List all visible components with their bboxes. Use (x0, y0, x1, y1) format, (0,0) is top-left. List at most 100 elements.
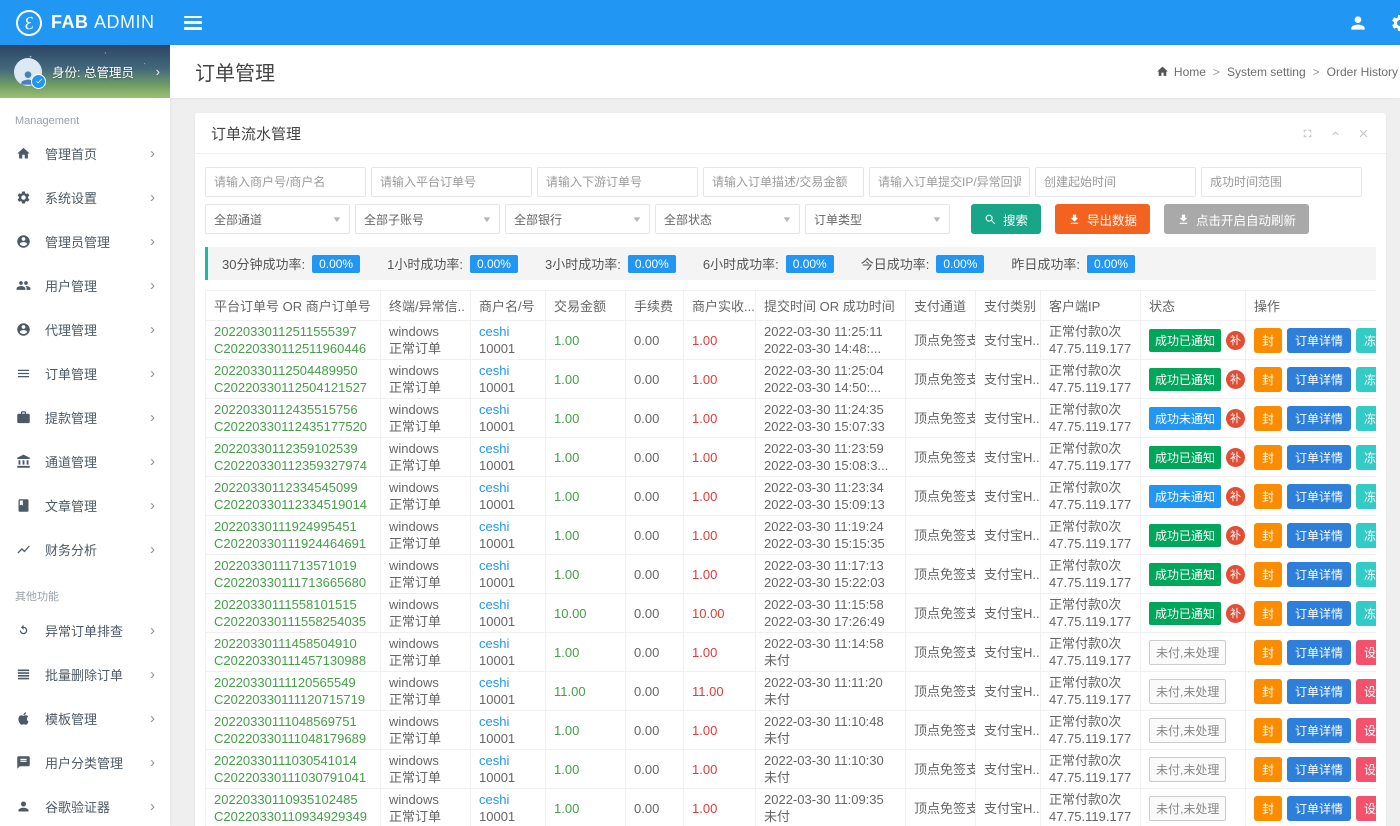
sidebar-item-user-category-management[interactable]: 用户分类管理› (0, 740, 170, 784)
patch-badge[interactable]: 补 (1226, 409, 1245, 428)
filter-select-0[interactable]: 全部通道▼ (205, 204, 350, 234)
sidebar-item-system-settings[interactable]: 系统设置› (0, 175, 170, 219)
sidebar-item-agent-management[interactable]: 代理管理› (0, 307, 170, 351)
filter-input-4[interactable] (869, 167, 1030, 197)
filter-input-3[interactable] (703, 167, 864, 197)
filter-input-0[interactable] (205, 167, 366, 197)
seal-button[interactable]: 封 (1254, 484, 1282, 509)
filter-select-1[interactable]: 全部子账号▼ (355, 204, 500, 234)
detail-button[interactable]: 订单详情 (1287, 601, 1351, 626)
seal-button[interactable]: 封 (1254, 406, 1282, 431)
sidebar-item-order-management[interactable]: 订单管理› (0, 351, 170, 395)
filter-input-1[interactable] (371, 167, 532, 197)
sidebar-item-finance-analysis[interactable]: 财务分析› (0, 527, 170, 571)
freeze-button[interactable]: 冻结订单 (1356, 484, 1376, 509)
detail-button[interactable]: 订单详情 (1287, 679, 1351, 704)
set_paid-button[interactable]: 设置为已支付 (1356, 757, 1376, 782)
patch-badge[interactable]: 补 (1226, 448, 1245, 467)
merchant-name-link[interactable]: ceshi (479, 674, 537, 691)
sidebar-item-article-management[interactable]: 文章管理› (0, 483, 170, 527)
seal-button[interactable]: 封 (1254, 718, 1282, 743)
brand[interactable]: Ɛ FAB ADMIN (0, 10, 170, 36)
filter-input-5[interactable] (1035, 167, 1196, 197)
merchant-name-link[interactable]: ceshi (479, 752, 537, 769)
detail-button[interactable]: 订单详情 (1287, 757, 1351, 782)
sidebar-item-withdraw-management[interactable]: 提款管理› (0, 395, 170, 439)
seal-button[interactable]: 封 (1254, 796, 1282, 821)
detail-button[interactable]: 订单详情 (1287, 523, 1351, 548)
seal-button[interactable]: 封 (1254, 757, 1282, 782)
merchant-name-link[interactable]: ceshi (479, 518, 537, 535)
user-menu-icon[interactable] (1347, 12, 1369, 34)
seal-button[interactable]: 封 (1254, 523, 1282, 548)
patch-badge[interactable]: 补 (1226, 331, 1245, 350)
settings-gear-icon[interactable] (1389, 12, 1400, 34)
filter-select-4[interactable]: 订单类型▼ (805, 204, 950, 234)
filter-select-2[interactable]: 全部银行▼ (505, 204, 650, 234)
merchant-name-link[interactable]: ceshi (479, 362, 537, 379)
freeze-button[interactable]: 冻结订单 (1356, 406, 1376, 431)
detail-button[interactable]: 订单详情 (1287, 445, 1351, 470)
sidebar-item-batch-delete-orders[interactable]: 批量删除订单› (0, 652, 170, 696)
merchant-name-link[interactable]: ceshi (479, 791, 537, 808)
collapse-icon[interactable] (1329, 127, 1342, 140)
seal-button[interactable]: 封 (1254, 328, 1282, 353)
merchant-name-link[interactable]: ceshi (479, 557, 537, 574)
detail-button[interactable]: 订单详情 (1287, 718, 1351, 743)
expand-icon[interactable] (1301, 127, 1314, 140)
sidebar-item-google-authenticator[interactable]: 谷歌验证器› (0, 784, 170, 826)
sidebar-item-user-management[interactable]: 用户管理› (0, 263, 170, 307)
detail-button[interactable]: 订单详情 (1287, 640, 1351, 665)
breadcrumb-system-setting[interactable]: System setting (1206, 65, 1306, 79)
auto-refresh-button[interactable]: 点击开启自动刷新 (1164, 204, 1309, 234)
detail-button[interactable]: 订单详情 (1287, 796, 1351, 821)
sidebar-item-admin-management[interactable]: 管理员管理› (0, 219, 170, 263)
patch-badge[interactable]: 补 (1226, 487, 1245, 506)
detail-button[interactable]: 订单详情 (1287, 328, 1351, 353)
breadcrumb-order-history[interactable]: Order History (1306, 65, 1398, 79)
patch-badge[interactable]: 补 (1226, 526, 1245, 545)
freeze-button[interactable]: 冻结订单 (1356, 562, 1376, 587)
seal-button[interactable]: 封 (1254, 679, 1282, 704)
filter-input-2[interactable] (537, 167, 698, 197)
set_paid-button[interactable]: 设置为已支付 (1356, 679, 1376, 704)
detail-button[interactable]: 订单详情 (1287, 406, 1351, 431)
freeze-button[interactable]: 冻结订单 (1356, 601, 1376, 626)
freeze-button[interactable]: 冻结订单 (1356, 523, 1376, 548)
set_paid-button[interactable]: 设置为已支付 (1356, 640, 1376, 665)
seal-button[interactable]: 封 (1254, 601, 1282, 626)
set_paid-button[interactable]: 设置为已支付 (1356, 718, 1376, 743)
detail-button[interactable]: 订单详情 (1287, 367, 1351, 392)
seal-button[interactable]: 封 (1254, 445, 1282, 470)
freeze-button[interactable]: 冻结订单 (1356, 445, 1376, 470)
freeze-button[interactable]: 冻结订单 (1356, 328, 1376, 353)
filter-input-6[interactable] (1201, 167, 1362, 197)
close-icon[interactable] (1357, 127, 1370, 140)
seal-button[interactable]: 封 (1254, 640, 1282, 665)
merchant-name-link[interactable]: ceshi (479, 440, 537, 457)
patch-badge[interactable]: 补 (1226, 565, 1245, 584)
merchant-name-link[interactable]: ceshi (479, 713, 537, 730)
detail-button[interactable]: 订单详情 (1287, 484, 1351, 509)
set_paid-button[interactable]: 设置为已支付 (1356, 796, 1376, 821)
sidebar-item-template-management[interactable]: 模板管理› (0, 696, 170, 740)
patch-badge[interactable]: 补 (1226, 604, 1245, 623)
sidebar-item-abnormal-order-check[interactable]: 异常订单排查› (0, 608, 170, 652)
sidebar-item-dashboard[interactable]: 管理首页› (0, 131, 170, 175)
search-button[interactable]: 搜索 (971, 204, 1041, 234)
identity-banner[interactable]: 身份: 总管理员 › (0, 45, 170, 98)
sidebar-item-channel-management[interactable]: 通道管理› (0, 439, 170, 483)
seal-button[interactable]: 封 (1254, 367, 1282, 392)
sidebar-toggle-button[interactable] (184, 16, 202, 30)
breadcrumb-home[interactable]: Home (1174, 65, 1206, 79)
seal-button[interactable]: 封 (1254, 562, 1282, 587)
merchant-name-link[interactable]: ceshi (479, 596, 537, 613)
filter-select-3[interactable]: 全部状态▼ (655, 204, 800, 234)
merchant-name-link[interactable]: ceshi (479, 635, 537, 652)
merchant-name-link[interactable]: ceshi (479, 323, 537, 340)
patch-badge[interactable]: 补 (1226, 370, 1245, 389)
merchant-name-link[interactable]: ceshi (479, 401, 537, 418)
merchant-name-link[interactable]: ceshi (479, 479, 537, 496)
export-data-button[interactable]: 导出数据 (1055, 204, 1150, 234)
freeze-button[interactable]: 冻结订单 (1356, 367, 1376, 392)
